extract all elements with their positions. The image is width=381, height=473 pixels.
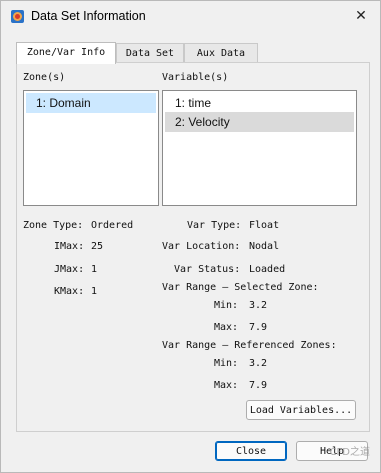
imax-value: 25 [91, 241, 104, 252]
referenced-max-value: 7.9 [249, 380, 268, 391]
tab-zone-var-info[interactable]: Zone/Var Info [16, 42, 116, 64]
referenced-min-label: Min: [214, 358, 239, 369]
load-variables-button[interactable]: Load Variables... [246, 400, 356, 420]
watermark: CFD之道 [329, 447, 370, 458]
dialog-window: Data Set Information ✕ Zone/Var Info Dat… [0, 0, 381, 473]
tab-data-set[interactable]: Data Set [116, 43, 184, 63]
var-status-value: Loaded [249, 264, 286, 275]
variables-header: Variable(s) [162, 72, 229, 83]
close-button[interactable]: Close [215, 441, 287, 461]
selected-min-value: 3.2 [249, 300, 268, 311]
close-icon[interactable]: ✕ [350, 6, 372, 26]
selected-min-label: Min: [214, 300, 239, 311]
var-location-value: Nodal [249, 241, 280, 252]
jmax-label: JMax: [54, 264, 85, 275]
window-title: Data Set Information [31, 9, 146, 23]
range-referenced-label: Var Range — Referenced Zones: [162, 340, 337, 351]
title-bar[interactable]: Data Set Information ✕ [1, 1, 380, 32]
imax-label: IMax: [54, 241, 85, 252]
zone-type-label: Zone Type: [23, 220, 84, 231]
kmax-value: 1 [91, 286, 98, 297]
variable-item-velocity[interactable]: 2: Velocity [165, 112, 354, 132]
zone-type-value: Ordered [91, 220, 134, 231]
var-status-label: Var Status: [174, 264, 241, 275]
jmax-value: 1 [91, 264, 98, 275]
tab-aux-data[interactable]: Aux Data [184, 43, 258, 63]
referenced-min-value: 3.2 [249, 358, 268, 369]
variable-item-time[interactable]: 1: time [165, 93, 354, 113]
var-type-label: Var Type: [187, 220, 242, 231]
referenced-max-label: Max: [214, 380, 239, 391]
range-selected-label: Var Range — Selected Zone: [162, 282, 319, 293]
app-icon [11, 10, 24, 23]
var-type-value: Float [249, 220, 280, 231]
selected-max-value: 7.9 [249, 322, 268, 333]
var-location-label: Var Location: [162, 241, 241, 252]
selected-max-label: Max: [214, 322, 239, 333]
zones-list[interactable]: 1: Domain [23, 90, 159, 206]
variables-list[interactable]: 1: time 2: Velocity [162, 90, 357, 206]
zone-item-domain[interactable]: 1: Domain [26, 93, 156, 113]
zones-header: Zone(s) [23, 72, 66, 83]
kmax-label: KMax: [54, 286, 85, 297]
